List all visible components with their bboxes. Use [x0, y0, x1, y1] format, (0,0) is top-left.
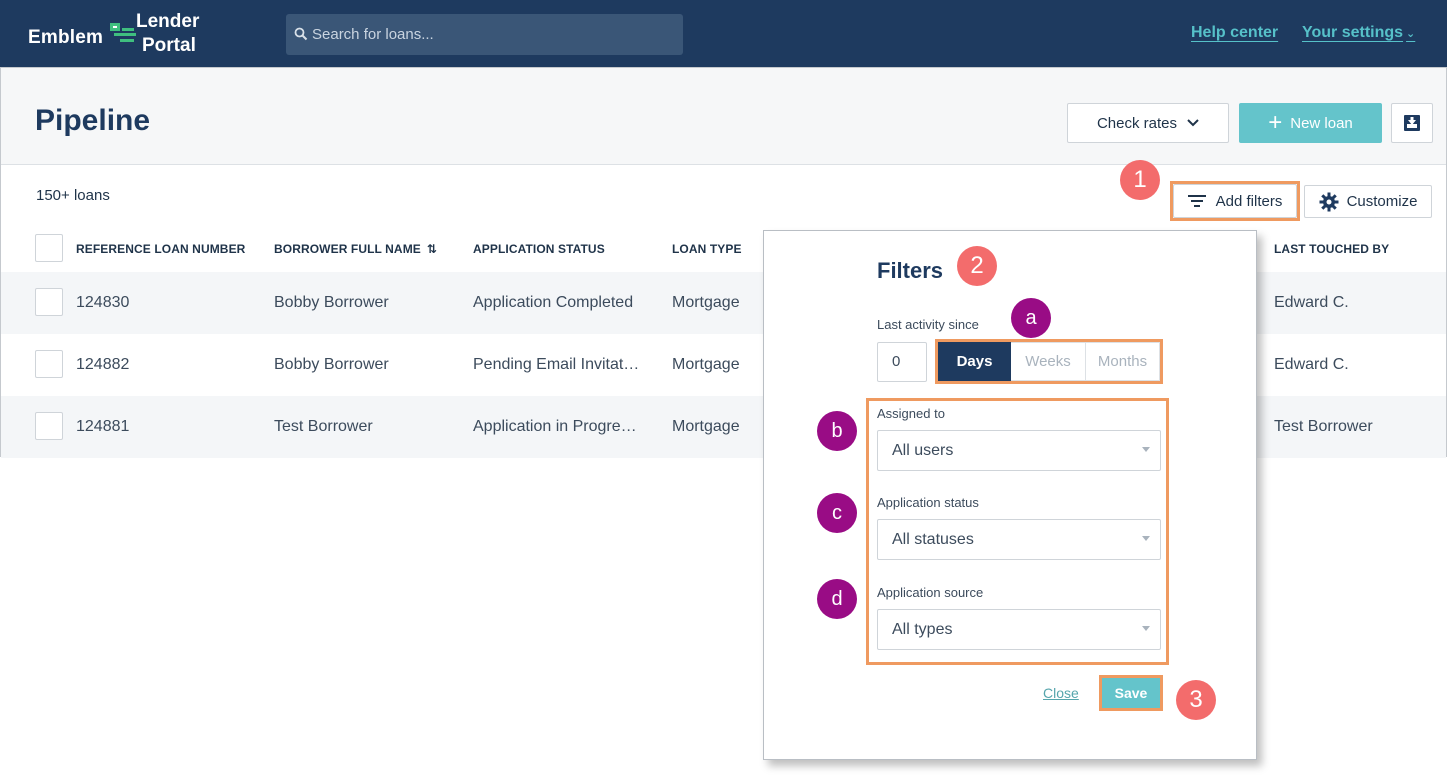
callout-1: 1 — [1120, 160, 1160, 200]
search-icon — [294, 27, 308, 41]
last-activity-input[interactable]: 0 — [877, 342, 927, 382]
logo-lender-text: Lender — [136, 11, 200, 32]
search-input[interactable] — [312, 14, 672, 55]
sort-icon: ⇅ — [426, 242, 438, 256]
cell-borrower: Bobby Borrower — [274, 356, 389, 373]
app-logo[interactable]: Emblem Lender Portal — [28, 10, 208, 58]
new-loan-label: New loan — [1290, 114, 1353, 132]
customize-button[interactable]: Customize — [1304, 185, 1432, 218]
cell-borrower: Bobby Borrower — [274, 294, 389, 311]
cell-loan-type: Mortgage — [672, 294, 740, 311]
cell-borrower: Test Borrower — [274, 418, 373, 435]
logo-portal-text: Portal — [142, 35, 196, 56]
logo-mark-icon — [110, 23, 136, 42]
borrower-header-label: BORROWER FULL NAME — [274, 242, 421, 256]
column-header-borrower[interactable]: BORROWER FULL NAME ⇅ — [274, 242, 437, 256]
cell-reference: 124830 — [76, 294, 130, 311]
loan-count: 150+ loans — [36, 187, 110, 204]
cell-loan-type: Mortgage — [672, 356, 740, 373]
cell-status: Application Completed — [473, 294, 634, 311]
cell-last-touched: Edward C. — [1274, 294, 1349, 311]
save-highlight — [1099, 675, 1163, 711]
check-rates-label: Check rates — [1096, 114, 1178, 132]
time-unit-highlight — [935, 339, 1163, 384]
download-icon — [1404, 115, 1420, 131]
loan-search-box — [286, 14, 683, 55]
column-header-reference[interactable]: REFERENCE LOAN NUMBER — [76, 242, 245, 256]
callout-a: a — [1011, 298, 1051, 338]
close-link[interactable]: Close — [1043, 685, 1079, 701]
cell-reference: 124881 — [76, 418, 130, 435]
help-center-link[interactable]: Help center — [1191, 24, 1278, 42]
gear-icon — [1319, 192, 1339, 211]
cell-status: Pending Email Invitat… — [473, 356, 640, 373]
column-header-status[interactable]: APPLICATION STATUS — [473, 242, 605, 256]
select-all-checkbox[interactable] — [35, 234, 63, 262]
download-button[interactable] — [1391, 103, 1433, 143]
cell-loan-type: Mortgage — [672, 418, 740, 435]
customize-label: Customize — [1346, 193, 1418, 210]
cell-last-touched: Test Borrower — [1274, 418, 1373, 435]
new-loan-button[interactable]: + New loan — [1239, 103, 1382, 143]
row-checkbox[interactable] — [35, 350, 63, 378]
row-checkbox[interactable] — [35, 412, 63, 440]
check-rates-button[interactable]: Check rates — [1067, 103, 1229, 143]
dropdowns-highlight — [866, 398, 1169, 665]
chevron-down-icon: ⌄ — [1406, 28, 1416, 40]
callout-3: 3 — [1176, 680, 1216, 720]
column-header-last-touched[interactable]: LAST TOUCHED BY — [1274, 242, 1389, 256]
last-activity-label: Last activity since — [877, 317, 979, 332]
chevron-down-icon — [1187, 119, 1199, 127]
callout-2: 2 — [957, 246, 997, 286]
row-checkbox[interactable] — [35, 288, 63, 316]
top-navigation-bar: Emblem Lender Portal Help center Your se… — [0, 0, 1447, 67]
cell-status: Application in Progre… — [473, 418, 637, 435]
callout-d: d — [817, 579, 857, 619]
your-settings-menu[interactable]: Your settings ⌄ — [1302, 24, 1415, 42]
callout-c: c — [817, 493, 857, 533]
column-header-loan-type[interactable]: LOAN TYPE — [672, 242, 742, 256]
cell-last-touched: Edward C. — [1274, 356, 1349, 373]
cell-reference: 124882 — [76, 356, 130, 373]
filters-title: Filters — [877, 258, 944, 283]
your-settings-label: Your settings — [1302, 24, 1404, 41]
logo-word: Emblem — [28, 27, 104, 48]
page-header: Pipeline Check rates + New loan — [1, 68, 1446, 165]
callout-b: b — [817, 411, 857, 451]
page-title: Pipeline — [35, 104, 151, 137]
plus-icon: + — [1268, 109, 1283, 136]
add-filters-highlight — [1170, 181, 1300, 221]
